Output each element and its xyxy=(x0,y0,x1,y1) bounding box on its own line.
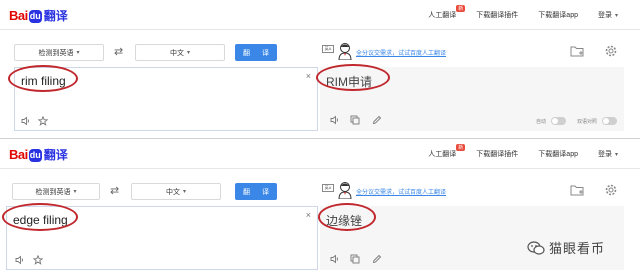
annotation-oval-target xyxy=(316,64,390,91)
logo-text-fanyi: 翻译 xyxy=(43,147,68,162)
annotation-oval-source xyxy=(2,203,78,231)
source-language-label: 检测到英语 xyxy=(38,49,74,57)
new-badge: 新 xyxy=(456,5,466,12)
source-language-select[interactable]: 检测到英语 ▾ xyxy=(14,44,104,61)
annotation-oval-source xyxy=(8,65,78,92)
logo-paw-icon: du xyxy=(28,9,42,23)
copy-icon[interactable] xyxy=(350,254,360,264)
chevron-down-icon: ▾ xyxy=(186,50,190,56)
translate-button[interactable]: 翻 译 xyxy=(235,44,277,61)
translate-button[interactable]: 翻 译 xyxy=(235,183,277,200)
baidu-fanyi-logo[interactable]: Bai du 翻译 xyxy=(9,146,68,162)
human-translation-link[interactable]: 全分议交需求，试试百度人工翻译 xyxy=(356,48,446,57)
account-watermark: 猫眼看币 xyxy=(527,238,605,257)
nav-human-translation[interactable]: 人工翻译新 xyxy=(428,5,466,20)
speaker-icon[interactable] xyxy=(330,254,340,264)
target-language-select[interactable]: 中文 ▾ xyxy=(135,44,225,61)
star-icon[interactable] xyxy=(33,255,43,265)
star-icon[interactable] xyxy=(38,116,48,126)
edit-icon[interactable] xyxy=(372,115,382,125)
chevron-down-icon: ▾ xyxy=(614,152,618,158)
annotation-oval-target xyxy=(318,203,376,231)
speaker-icon[interactable] xyxy=(15,255,25,265)
chevron-down-icon: ▾ xyxy=(73,189,77,195)
gear-icon[interactable] xyxy=(604,183,618,197)
human-translate-tag: 英A xyxy=(322,184,334,192)
login-label: 登录 xyxy=(597,12,612,19)
clear-input-icon[interactable]: × xyxy=(306,210,311,220)
translator-avatar-icon xyxy=(338,43,352,60)
nav-login[interactable]: 登录 ▾ xyxy=(598,10,618,20)
translator-panel-top: Bai du 翻译 人工翻译新 下载翻译插件 下载翻译app 登录 ▾ 检测到英语… xyxy=(0,0,640,138)
nav-download-plugin[interactable]: 下载翻译插件 xyxy=(476,10,518,20)
bilingual-toggle[interactable] xyxy=(602,117,617,125)
logo-text-du: du xyxy=(29,149,41,160)
swap-languages-icon[interactable]: ⇄ xyxy=(114,45,123,58)
nav-human-label: 人工翻译 xyxy=(428,12,457,19)
logo-paw-icon: du xyxy=(28,148,42,162)
source-language-select[interactable]: 检测到英语 ▾ xyxy=(12,183,100,200)
auto-toggle-label: 自动 xyxy=(536,119,547,125)
nav-download-plugin[interactable]: 下载翻译插件 xyxy=(476,149,518,159)
human-translate-tag: 英A xyxy=(322,45,334,53)
logo-text-du: du xyxy=(29,10,41,21)
logo-text-bai: Bai xyxy=(9,7,28,23)
login-label: 登录 xyxy=(597,151,612,158)
nav-login[interactable]: 登录 ▾ xyxy=(598,149,618,159)
wechat-icon xyxy=(527,240,545,255)
swap-languages-icon[interactable]: ⇄ xyxy=(110,184,119,197)
gear-icon[interactable] xyxy=(604,44,618,58)
nav-download-app[interactable]: 下载翻译app xyxy=(538,149,578,159)
nav-human-label: 人工翻译 xyxy=(428,151,457,158)
nav-links: 人工翻译新 下载翻译插件 下载翻译app 登录 ▾ xyxy=(408,5,618,20)
target-language-label: 中文 xyxy=(169,49,184,57)
chevron-down-icon: ▾ xyxy=(76,50,80,56)
target-language-label: 中文 xyxy=(165,188,180,196)
nav-bar: Bai du 翻译 人工翻译新 下载翻译插件 下载翻译app 登录 ▾ xyxy=(0,0,640,30)
copy-icon[interactable] xyxy=(350,115,360,125)
nav-download-app[interactable]: 下载翻译app xyxy=(538,10,578,20)
new-badge: 新 xyxy=(456,144,466,151)
source-language-label: 检测到英语 xyxy=(35,188,71,196)
edit-icon[interactable] xyxy=(372,254,382,264)
folder-icon[interactable] xyxy=(570,45,584,57)
nav-bar: Bai du 翻译 人工翻译新 下载翻译插件 下载翻译app 登录 ▾ xyxy=(0,139,640,169)
nav-human-translation[interactable]: 人工翻译新 xyxy=(428,144,466,159)
logo-text-fanyi: 翻译 xyxy=(43,8,68,23)
nav-links: 人工翻译新 下载翻译插件 下载翻译app 登录 ▾ xyxy=(408,144,618,159)
logo-text-bai: Bai xyxy=(9,146,28,162)
speaker-icon[interactable] xyxy=(330,115,340,125)
watermark-text: 猫眼看币 xyxy=(549,241,606,256)
clear-input-icon[interactable]: × xyxy=(306,71,311,81)
target-language-select[interactable]: 中文 ▾ xyxy=(131,183,221,200)
bilingual-toggle-label: 双语对照 xyxy=(577,119,598,125)
chevron-down-icon: ▾ xyxy=(182,189,186,195)
speaker-icon[interactable] xyxy=(21,116,31,126)
chevron-down-icon: ▾ xyxy=(614,13,618,19)
folder-icon[interactable] xyxy=(570,184,584,196)
human-translation-link[interactable]: 全分议交需求，试试百度人工翻译 xyxy=(356,187,446,196)
auto-toggle[interactable] xyxy=(551,117,566,125)
translator-avatar-icon xyxy=(338,182,352,199)
baidu-fanyi-logo[interactable]: Bai du 翻译 xyxy=(9,7,68,23)
